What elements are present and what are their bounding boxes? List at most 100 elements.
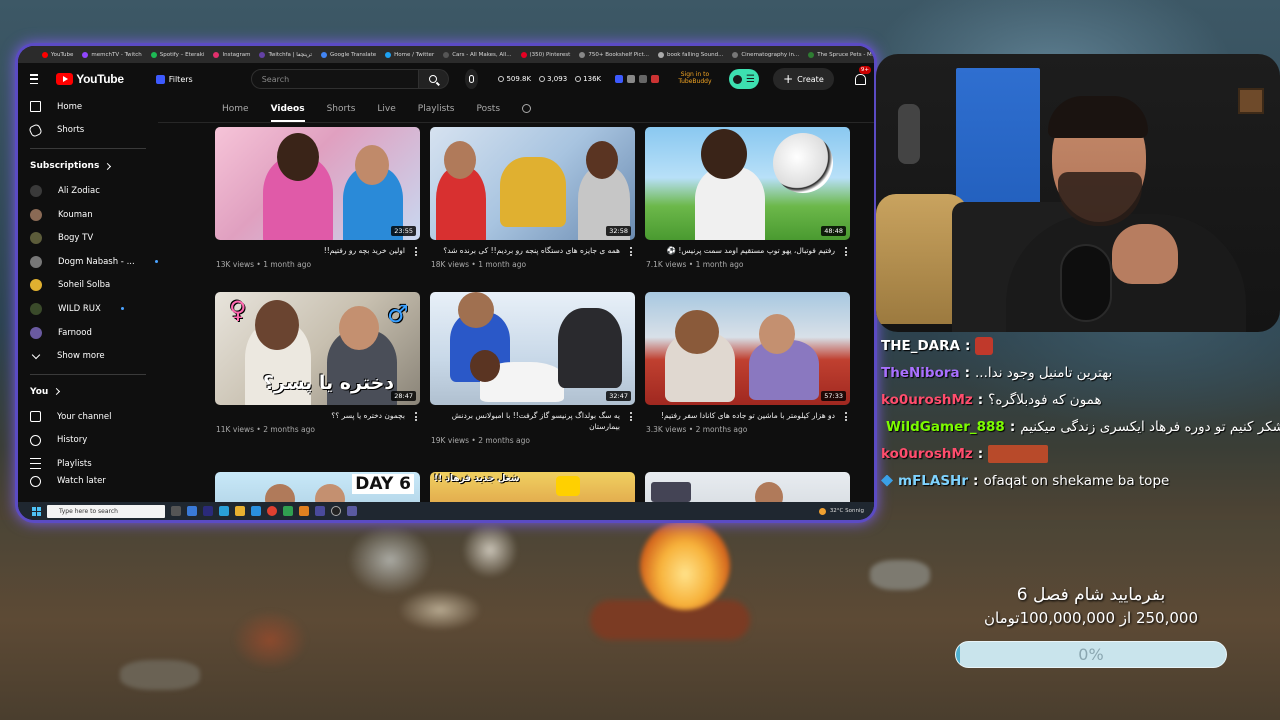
extension-icon[interactable] — [651, 75, 660, 83]
show-more-button[interactable]: Show more — [18, 344, 158, 368]
obs-icon[interactable] — [331, 506, 341, 516]
video-title[interactable]: یه سگ بولداگ پرنیسو گاز گرفت!! با امبولا… — [430, 411, 622, 433]
video-card[interactable]: 32:58 همه ی جایزه های دستگاه پنجه رو برد… — [430, 127, 635, 269]
subscriptions-heading[interactable]: Subscriptions — [18, 153, 158, 179]
chrome-icon[interactable] — [267, 506, 277, 516]
extension-icon[interactable] — [615, 75, 624, 83]
video-thumbnail[interactable]: شغل جدید فرهاد !! — [430, 472, 635, 502]
task-view-icon[interactable] — [171, 506, 181, 516]
video-thumbnail[interactable]: 57:33 — [645, 292, 850, 405]
video-thumbnail[interactable]: 32:47 — [430, 292, 635, 405]
tab-posts[interactable]: Posts — [476, 104, 500, 114]
tab-shorts[interactable]: Shorts — [327, 104, 356, 114]
taskbar-app-icon[interactable] — [187, 506, 197, 516]
channel-search-icon[interactable] — [522, 104, 532, 113]
sidebar-item-playlists[interactable]: Playlists — [18, 452, 158, 476]
video-title[interactable]: بچمون دختره یا پسر ؟؟ — [215, 411, 407, 422]
notifications-bell-icon[interactable]: 9+ — [854, 66, 872, 85]
taskbar-app-icon[interactable] — [299, 506, 309, 516]
taskbar-app-icon[interactable] — [315, 506, 325, 516]
taskbar-app-icon[interactable] — [347, 506, 357, 516]
premiere-icon[interactable] — [203, 506, 213, 516]
sidebar-item-home[interactable]: Home — [18, 95, 158, 119]
video-thumbnail[interactable]: DAY 6 — [215, 472, 420, 502]
sidebar-item-shorts[interactable]: Shorts — [18, 119, 158, 143]
video-card[interactable] — [645, 472, 850, 502]
more-options-icon[interactable] — [630, 247, 632, 256]
video-card[interactable]: DAY 6 — [215, 472, 420, 502]
video-thumbnail[interactable]: 32:58 — [430, 127, 635, 240]
sidebar-item-subscription[interactable]: WILD RUX — [18, 297, 158, 321]
extension-icon[interactable] — [627, 75, 636, 83]
more-options-icon[interactable] — [415, 247, 417, 256]
chat-username[interactable]: WildGamer_888 — [886, 419, 1005, 435]
video-thumbnail[interactable]: دختره یا پسر؟ ♀ ♂ 28:47 — [215, 292, 420, 405]
tab-live[interactable]: Live — [377, 104, 395, 114]
bookmark-item[interactable]: book falling Sound... — [657, 51, 723, 58]
tubebuddy-toggle[interactable]: ☰ — [728, 69, 760, 89]
more-options-icon[interactable] — [845, 247, 847, 256]
chat-username[interactable]: ko0uroshMz — [881, 392, 973, 408]
video-card[interactable]: 23:55 اولین خرید بچه رو رفتیم!! 13K view… — [215, 127, 420, 269]
sidebar-item-watch-later[interactable]: Watch later — [18, 475, 158, 488]
bookmark-item[interactable]: memchTV - Twitch — [82, 51, 142, 58]
video-card[interactable]: 48:48 رفتیم فوتبال، یهو توپ مستقیم اومد … — [645, 127, 850, 269]
video-card[interactable]: دختره یا پسر؟ ♀ ♂ 28:47 بچمون دختره یا پ… — [215, 292, 420, 434]
video-thumbnail[interactable]: 23:55 — [215, 127, 420, 240]
bookmark-item[interactable]: Cars - All Makes, All... — [443, 51, 512, 58]
tubebuddy-signin[interactable]: Sign in to TubeBuddy — [673, 72, 717, 85]
bookmark-item[interactable]: 750+ Bookshelf Pict... — [579, 51, 649, 58]
video-card[interactable]: شغل جدید فرهاد !! — [430, 472, 635, 502]
search-button[interactable] — [418, 69, 449, 89]
youtube-logo[interactable]: YouTube — [56, 72, 124, 86]
taskbar-search-input[interactable]: Type here to search — [47, 504, 165, 518]
windows-start-icon[interactable] — [32, 506, 41, 516]
bookmark-item[interactable]: Google Translate — [321, 51, 376, 58]
menu-icon[interactable] — [30, 74, 39, 84]
edge-icon[interactable] — [219, 506, 229, 516]
extension-icon[interactable] — [639, 75, 648, 83]
video-title[interactable]: اولین خرید بچه رو رفتیم!! — [215, 246, 407, 257]
video-thumbnail[interactable] — [645, 472, 850, 502]
more-options-icon[interactable] — [415, 412, 417, 421]
bookmark-item[interactable]: Cinematography in... — [732, 51, 799, 58]
bookmark-item[interactable]: Instagram — [213, 51, 250, 58]
tab-playlists[interactable]: Playlists — [418, 104, 455, 114]
bookmark-item[interactable]: Home / Twitter — [385, 51, 434, 58]
chat-username[interactable]: THE_DARA — [881, 338, 960, 354]
video-thumbnail[interactable]: 48:48 — [645, 127, 850, 240]
video-title[interactable]: همه ی جایزه های دستگاه پنجه رو بردیم!! ک… — [430, 246, 622, 257]
video-title[interactable]: دو هزار کیلومتر با ماشین تو جاده های کان… — [645, 411, 837, 422]
file-explorer-icon[interactable] — [235, 506, 245, 516]
taskbar-app-icon[interactable] — [283, 506, 293, 516]
chat-username[interactable]: ko0uroshMz — [881, 446, 973, 462]
video-title[interactable]: رفتیم فوتبال، یهو توپ مستقیم اومد سمت پر… — [645, 246, 837, 257]
sidebar-item-your-channel[interactable]: Your channel — [18, 405, 158, 429]
create-button[interactable]: + Create — [773, 68, 834, 90]
sidebar-item-subscription[interactable]: Kouman — [18, 203, 158, 227]
bookmark-item[interactable]: (350) Pinterest — [520, 51, 570, 58]
video-card[interactable]: 57:33 دو هزار کیلومتر با ماشین تو جاده ه… — [645, 292, 850, 434]
bookmark-item[interactable]: Spotify – Eteraki — [150, 51, 204, 58]
voice-search-button[interactable] — [464, 69, 479, 89]
sidebar-item-subscription[interactable]: Soheil Solba — [18, 274, 158, 298]
taskbar-app-icon[interactable] — [251, 506, 261, 516]
tab-videos[interactable]: Videos — [270, 104, 305, 122]
filters-button[interactable]: Filters — [150, 72, 199, 87]
sidebar-item-subscription[interactable]: Ali Zodiac — [18, 179, 158, 203]
sidebar-item-history[interactable]: History — [18, 429, 158, 453]
sidebar-item-subscription[interactable]: Dogm Nabash - ... — [18, 250, 158, 274]
more-options-icon[interactable] — [845, 412, 847, 421]
you-heading[interactable]: You — [18, 379, 158, 405]
bookmark-item[interactable]: The Spruce Pets - M... — [808, 51, 874, 58]
search-input[interactable]: Search — [250, 69, 419, 89]
tab-home[interactable]: Home — [222, 104, 249, 114]
sidebar-item-subscription[interactable]: Farnood — [18, 321, 158, 345]
bookmark-item[interactable]: YouTube — [42, 51, 73, 58]
more-options-icon[interactable] — [630, 412, 632, 421]
chat-username[interactable]: TheNibora — [881, 365, 960, 381]
bookmark-item[interactable]: Twitchfa | ترینچفا — [259, 51, 312, 58]
sidebar-item-subscription[interactable]: Bogy TV — [18, 226, 158, 250]
chat-username[interactable]: mFLASHr — [898, 473, 968, 489]
video-card[interactable]: 32:47 یه سگ بولداگ پرنیسو گاز گرفت!! با … — [430, 292, 635, 445]
